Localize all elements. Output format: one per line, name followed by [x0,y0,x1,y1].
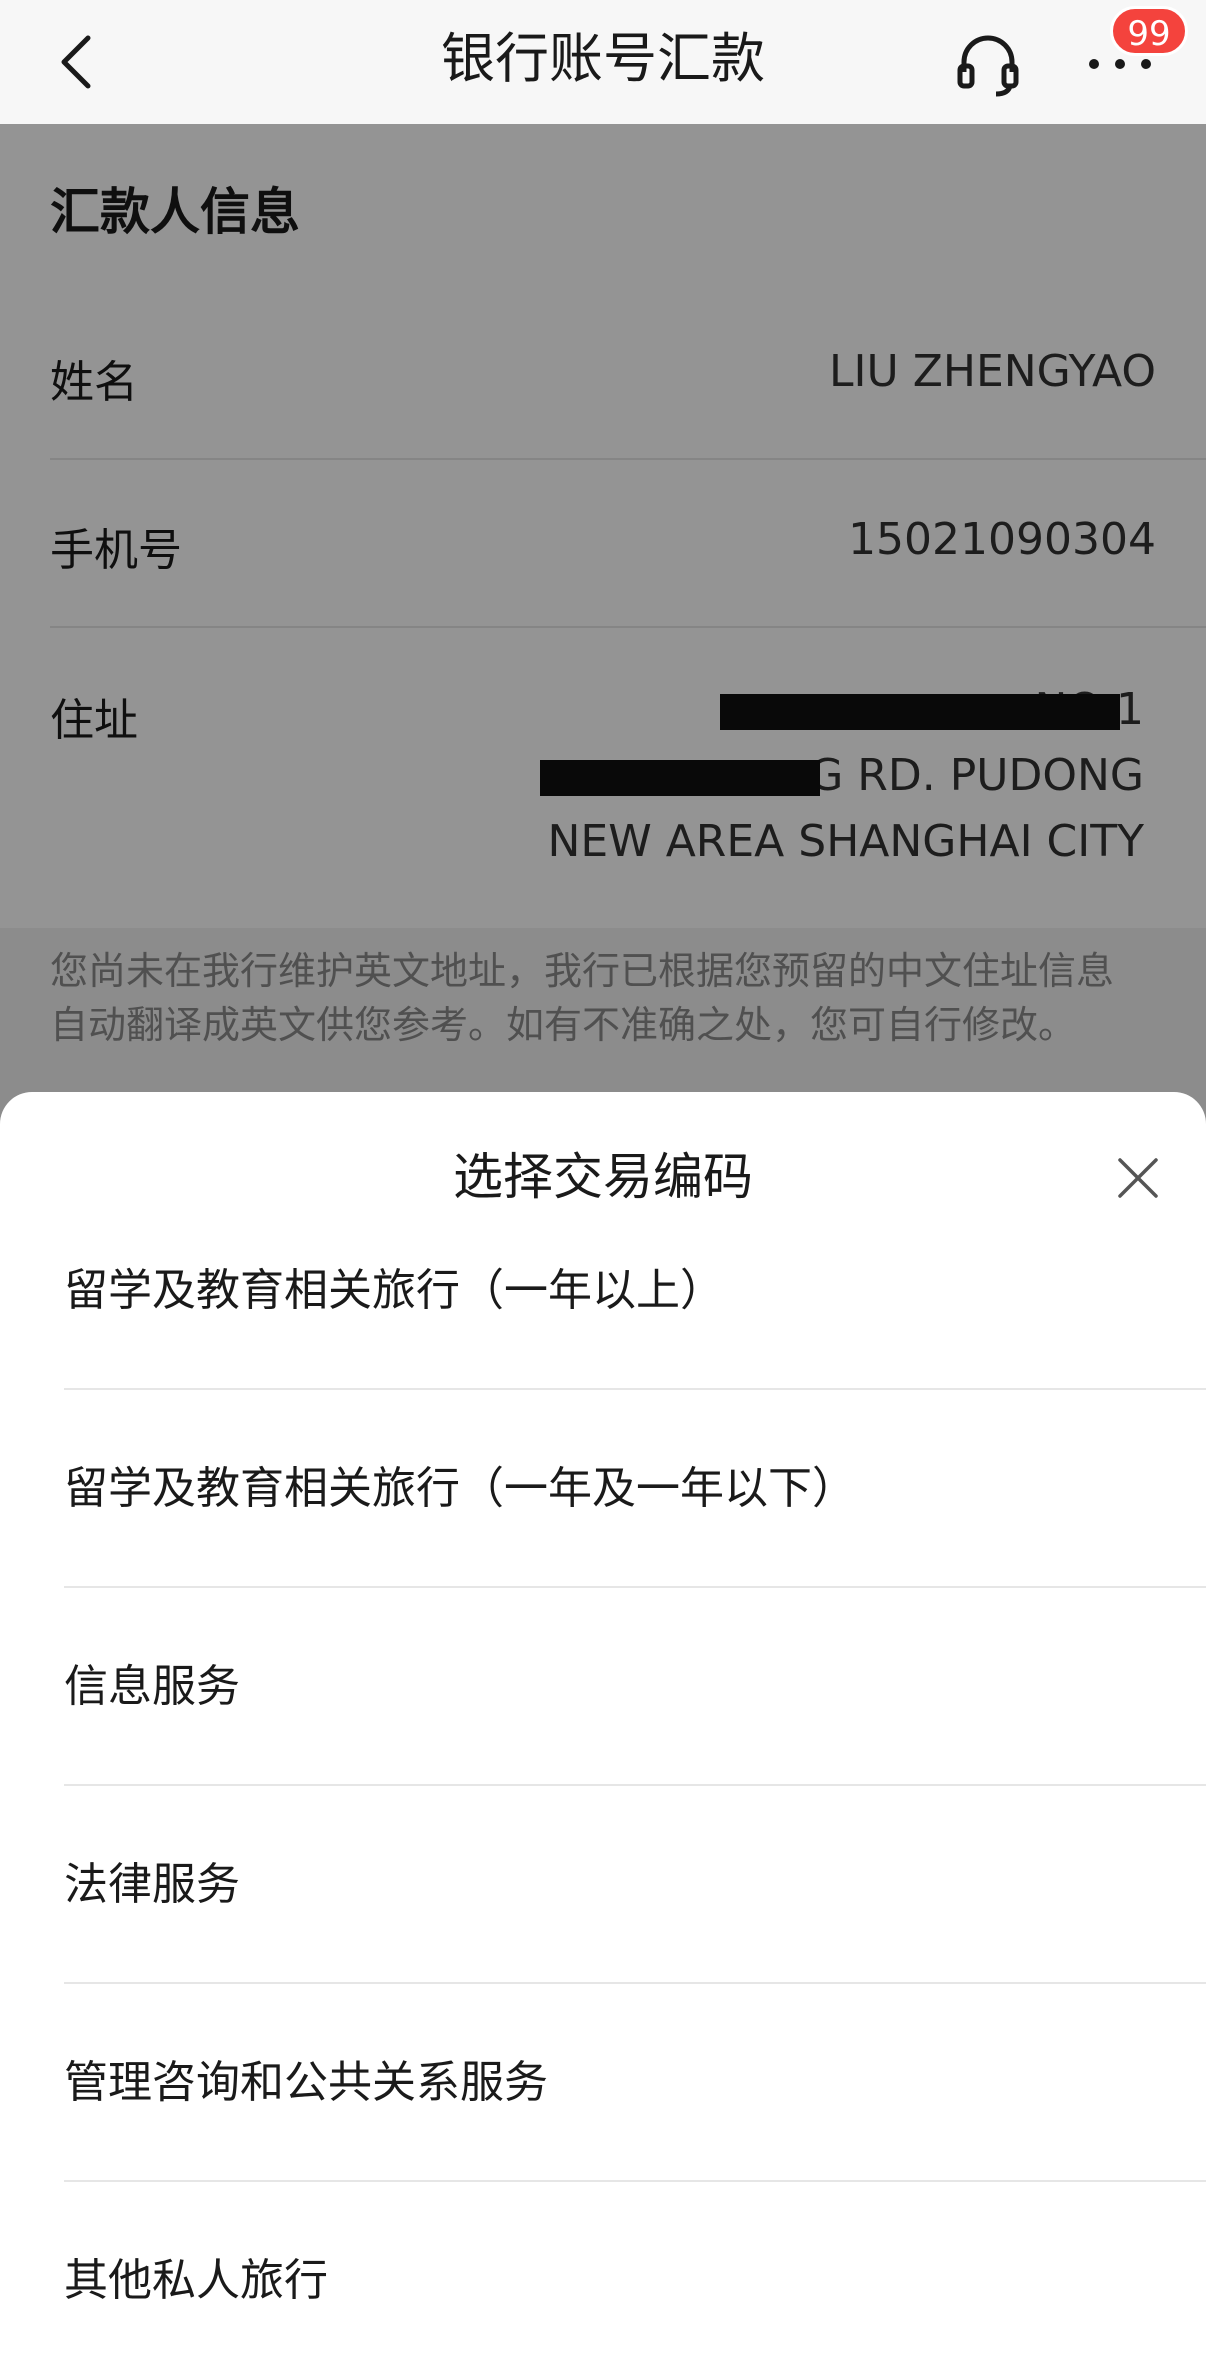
headset-icon [957,35,1019,97]
chevron-left-icon [61,35,91,89]
option-label: 其他私人旅行 [64,2255,328,2306]
option-item[interactable]: 留学及教育相关旅行（一年以上） [64,1192,1206,1390]
transaction-code-sheet: 选择交易编码 留学及教育相关旅行（一年以上） 留学及教育相关旅行（一年及一年以下… [0,1092,1206,2374]
option-item[interactable]: 信息服务 [64,1588,1206,1786]
option-item[interactable]: 留学及教育相关旅行（一年及一年以下） [64,1390,1206,1588]
option-label: 信息服务 [64,1661,240,1712]
customer-service-button[interactable] [952,28,1024,100]
option-label: 留学及教育相关旅行（一年及一年以下） [64,1463,856,1514]
notification-badge: 99 [1110,6,1188,56]
option-label: 留学及教育相关旅行（一年以上） [64,1265,724,1316]
page-title: 银行账号汇款 [441,27,765,90]
option-item[interactable]: 管理咨询和公共关系服务 [64,1984,1206,2182]
option-item[interactable]: 其他私人旅行 [64,2182,1206,2374]
nav-bar: 银行账号汇款 99 [0,0,1206,124]
option-label: 管理咨询和公共关系服务 [64,2057,548,2108]
option-item[interactable]: 法律服务 [64,1786,1206,1984]
back-button[interactable] [48,30,112,94]
option-label: 法律服务 [64,1859,240,1910]
